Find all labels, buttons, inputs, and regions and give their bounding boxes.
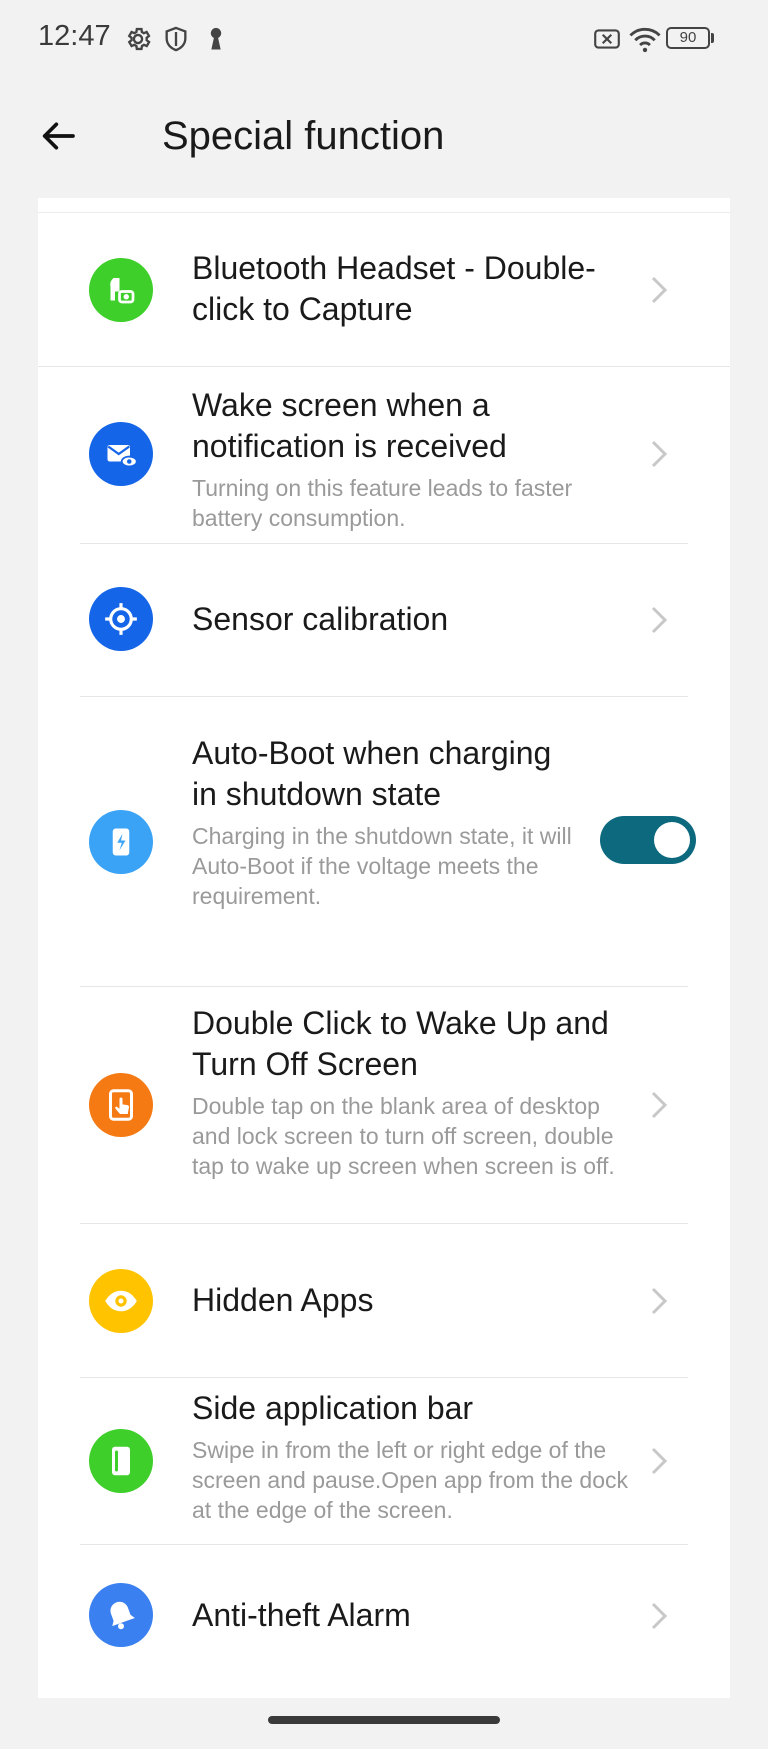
shield-icon [165,26,187,52]
setting-description: Charging in the shutdown state, it will … [192,823,572,909]
battery-icon: 90 [666,27,710,49]
phone-tap-icon [89,1073,153,1137]
chevron-right-icon [651,1602,668,1630]
status-bar: 12:47 90 [0,0,768,78]
chevron-right-icon [651,276,668,304]
page-title: Special function [162,114,445,158]
alarm-bell-icon [89,1583,153,1647]
setting-description: Turning on this feature leads to faster … [192,475,573,531]
setting-bluetooth-headset-capture[interactable]: Bluetooth Headset - Double-click to Capt… [38,213,730,367]
setting-auto-boot-charging[interactable]: Auto-Boot when charging in shutdown stat… [38,697,730,987]
back-arrow-icon[interactable] [38,116,78,156]
setting-anti-theft-alarm[interactable]: Anti-theft Alarm [38,1545,730,1695]
keyhole-icon [210,27,222,50]
settings-list: Bluetooth Headset - Double-click to Capt… [38,198,730,1698]
setting-label: Anti-theft Alarm [192,1597,411,1633]
setting-label: Auto-Boot when charging in shutdown stat… [192,735,552,812]
app-header: Special function [0,96,768,186]
crosshair-icon [89,587,153,651]
battery-tip [711,33,714,43]
phone-charge-icon [89,810,153,874]
wifi-icon [629,27,661,53]
mail-eye-icon [89,422,153,486]
setting-label: Sensor calibration [192,601,449,637]
setting-label: Double Click to Wake Up and Turn Off Scr… [192,1005,609,1082]
setting-label: Bluetooth Headset - Double-click to Capt… [192,250,596,327]
chevron-right-icon [651,1091,668,1119]
battery-level: 90 [679,29,697,46]
setting-hidden-apps[interactable]: Hidden Apps [38,1224,730,1378]
setting-label: Wake screen when a notification is recei… [192,387,507,464]
auto-boot-toggle[interactable] [600,816,696,864]
setting-description: Double tap on the blank area of desktop … [192,1093,615,1179]
bluetooth-headset-camera-icon [89,258,153,322]
no-sim-icon [594,29,620,49]
chevron-right-icon [651,1287,668,1315]
setting-double-click-wake[interactable]: Double Click to Wake Up and Turn Off Scr… [38,987,730,1224]
chevron-right-icon [651,440,668,468]
eye-icon [89,1269,153,1333]
setting-side-application-bar[interactable]: Side application bar Swipe in from the l… [38,1378,730,1545]
setting-label: Hidden Apps [192,1282,374,1318]
setting-sensor-calibration[interactable]: Sensor calibration [38,544,730,697]
setting-wake-screen-notification[interactable]: Wake screen when a notification is recei… [38,367,730,544]
gear-icon [127,27,151,51]
chevron-right-icon [651,1447,668,1475]
chevron-right-icon [651,606,668,634]
home-indicator[interactable] [268,1716,500,1724]
setting-description: Swipe in from the left or right edge of … [192,1437,629,1523]
phone-sidebar-icon [89,1429,153,1493]
toggle-knob [654,822,690,858]
status-time: 12:47 [38,20,111,52]
setting-label: Side application bar [192,1390,474,1426]
